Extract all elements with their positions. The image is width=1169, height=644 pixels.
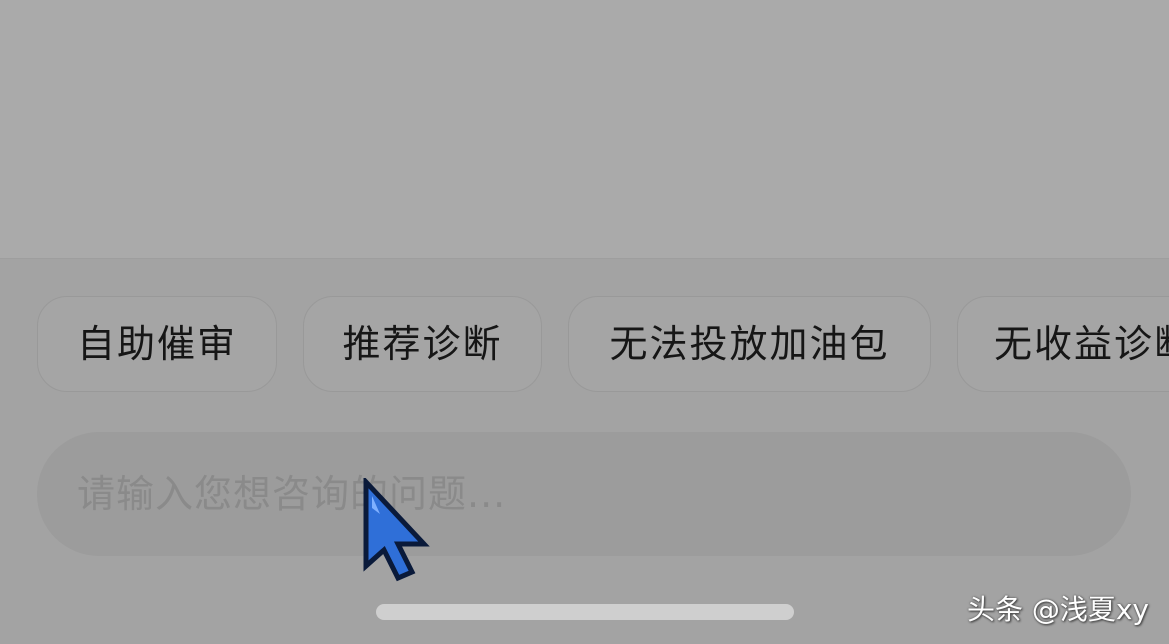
question-input[interactable]: 请输入您想咨询的问题...	[37, 432, 1131, 556]
chip-cannot-deliver-boost[interactable]: 无法投放加油包	[568, 296, 931, 392]
chip-self-review[interactable]: 自助催审	[37, 296, 277, 392]
arrow-cursor-icon	[363, 478, 430, 582]
watermark: 头条 @浅夏xy	[966, 593, 1149, 626]
chip-recommend-diagnosis[interactable]: 推荐诊断	[303, 296, 542, 392]
quick-action-chips: 自助催审 推荐诊断 无法投放加油包 无收益诊断	[37, 296, 1169, 394]
app-screen: 自助催审 推荐诊断 无法投放加油包 无收益诊断 请输入您想咨询的问题... 头条…	[0, 0, 1169, 644]
chip-no-revenue-diagnosis[interactable]: 无收益诊断	[957, 296, 1169, 392]
content-area	[0, 0, 1169, 258]
input-placeholder: 请输入您想咨询的问题...	[77, 472, 507, 516]
home-indicator[interactable]	[376, 604, 794, 620]
